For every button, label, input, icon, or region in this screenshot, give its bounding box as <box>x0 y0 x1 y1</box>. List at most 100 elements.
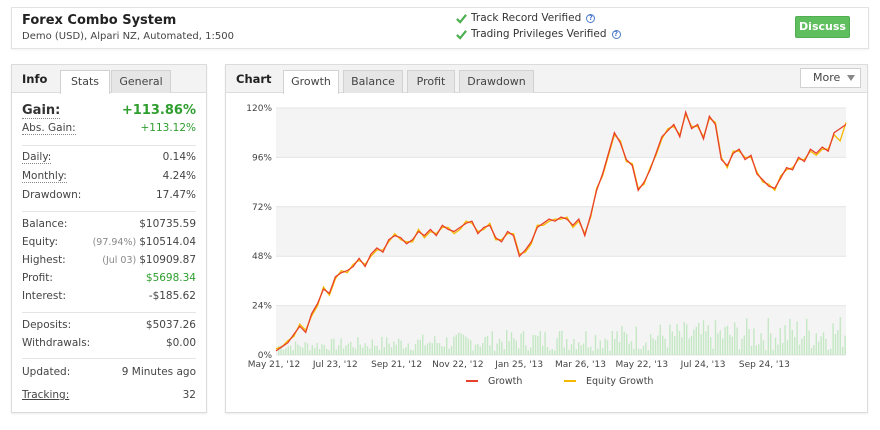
tab-profit[interactable]: Profit <box>407 70 455 93</box>
tracking-link[interactable]: Tracking: <box>22 389 69 401</box>
volume-bar <box>419 339 421 355</box>
highest-row: Highest: (Jul 03) $10909.87 <box>22 254 196 270</box>
volume-bar <box>311 345 313 355</box>
volume-bar <box>810 347 813 355</box>
volume-bar <box>330 339 333 355</box>
info-title: Info <box>22 72 48 86</box>
volume-bar <box>731 336 733 355</box>
volume-bar <box>616 331 618 355</box>
gain-label[interactable]: Gain: <box>22 103 61 119</box>
x-tick-label: Jul 24, '13 <box>680 360 726 370</box>
volume-bar <box>453 336 455 355</box>
volume-bar <box>791 329 793 355</box>
tab-general[interactable]: General <box>111 70 171 93</box>
volume-bar <box>693 329 695 355</box>
monthly-value: 4.24% <box>162 170 196 182</box>
volume-bar <box>654 340 657 355</box>
withdrawals-row: Withdrawals: $0.00 <box>22 337 196 353</box>
more-dropdown[interactable]: More <box>800 68 861 88</box>
volume-bar <box>306 343 309 355</box>
volume-bar <box>609 350 611 355</box>
volume-bar <box>738 349 741 355</box>
volume-bar <box>762 340 765 355</box>
volume-bar <box>522 331 525 355</box>
system-subtitle: Demo (USD), Alpari NZ, Automated, 1:500 <box>22 31 234 42</box>
volume-bar <box>652 338 654 355</box>
volume-bar <box>786 340 789 355</box>
volume-bar <box>362 347 364 355</box>
volume-bar <box>794 336 796 355</box>
volume-bar <box>390 347 393 355</box>
volume-bar <box>357 337 359 355</box>
drawdown-label: Drawdown: <box>22 189 82 201</box>
tab-balance[interactable]: Balance <box>343 70 403 93</box>
y-tick-label: 48% <box>252 252 272 262</box>
volume-bar <box>405 347 407 355</box>
check-icon <box>456 13 467 24</box>
chart-panel: Chart Growth Balance Profit Drawdown Mor… <box>225 64 868 413</box>
tab-stats[interactable]: Stats <box>60 70 110 94</box>
volume-bar <box>820 336 822 355</box>
volume-bar <box>530 347 532 355</box>
volume-bar <box>618 341 621 355</box>
volume-bar <box>566 339 568 355</box>
volume-bar <box>342 348 345 355</box>
volume-bar <box>726 325 729 355</box>
volume-bar <box>527 350 529 355</box>
volume-bar <box>630 341 633 355</box>
system-name[interactable]: Forex Combo System <box>22 13 176 28</box>
volume-bar <box>690 335 693 355</box>
x-tick-label: Sep 21, '12 <box>371 360 422 370</box>
volume-bar <box>779 328 781 355</box>
volume-bar <box>722 338 724 355</box>
volume-bar <box>477 343 479 355</box>
volume-bar <box>770 333 772 355</box>
volume-bar <box>611 330 613 355</box>
volume-bar <box>297 344 299 355</box>
updated-value: 9 Minutes ago <box>121 366 196 378</box>
highest-note: (Jul 03) <box>102 255 137 266</box>
daily-label[interactable]: Daily: <box>22 151 52 164</box>
tab-drawdown[interactable]: Drawdown <box>459 70 534 93</box>
info-panel: Info Stats General Gain: +113.86% Abs. G… <box>11 64 207 413</box>
volume-bar <box>573 338 575 355</box>
volume-bar <box>294 341 297 355</box>
drawdown-row: Drawdown: 17.47% <box>22 189 196 205</box>
discuss-button[interactable]: Discuss <box>795 16 850 38</box>
x-tick-label: May 22, '13 <box>616 360 669 370</box>
volume-bar <box>830 348 832 355</box>
volume-bar <box>678 330 681 355</box>
monthly-label[interactable]: Monthly: <box>22 170 67 183</box>
volume-bar <box>369 348 371 355</box>
deposits-label: Deposits: <box>22 319 72 331</box>
volume-bar <box>494 350 496 355</box>
volume-bar <box>710 337 712 355</box>
volume-bar <box>729 334 731 355</box>
volume-bar <box>789 319 791 355</box>
volume-bar <box>414 344 417 355</box>
volume-bar <box>282 349 285 355</box>
growth-chart: 0%24%48%72%96%120% May 21, '12 Jul 23, '1… <box>246 104 847 387</box>
abs-gain-row: Abs. Gain: +113.12% <box>22 122 196 138</box>
tracking-value: 32 <box>182 389 196 401</box>
volume-bar <box>326 348 328 355</box>
volume-bar <box>832 323 834 355</box>
volume-bar <box>542 345 544 355</box>
volume-bar <box>734 322 736 355</box>
interest-value: -$185.62 <box>148 290 196 302</box>
tab-growth[interactable]: Growth <box>283 70 339 94</box>
volume-bar <box>626 333 628 355</box>
volume-bar <box>556 338 558 355</box>
abs-gain-label[interactable]: Abs. Gain: <box>22 122 76 135</box>
help-icon[interactable]: ? <box>611 29 621 39</box>
x-tick-label: Jan 25, '13 <box>494 360 543 370</box>
help-icon[interactable]: ? <box>586 13 596 23</box>
volume-bar <box>525 345 527 355</box>
volume-bar <box>633 348 635 355</box>
volume-bar <box>842 347 844 355</box>
volume-bar <box>623 331 625 355</box>
grid-band <box>276 108 846 158</box>
volume-bar <box>354 348 357 355</box>
volume-bar <box>844 335 846 355</box>
volume-bar <box>604 338 606 355</box>
